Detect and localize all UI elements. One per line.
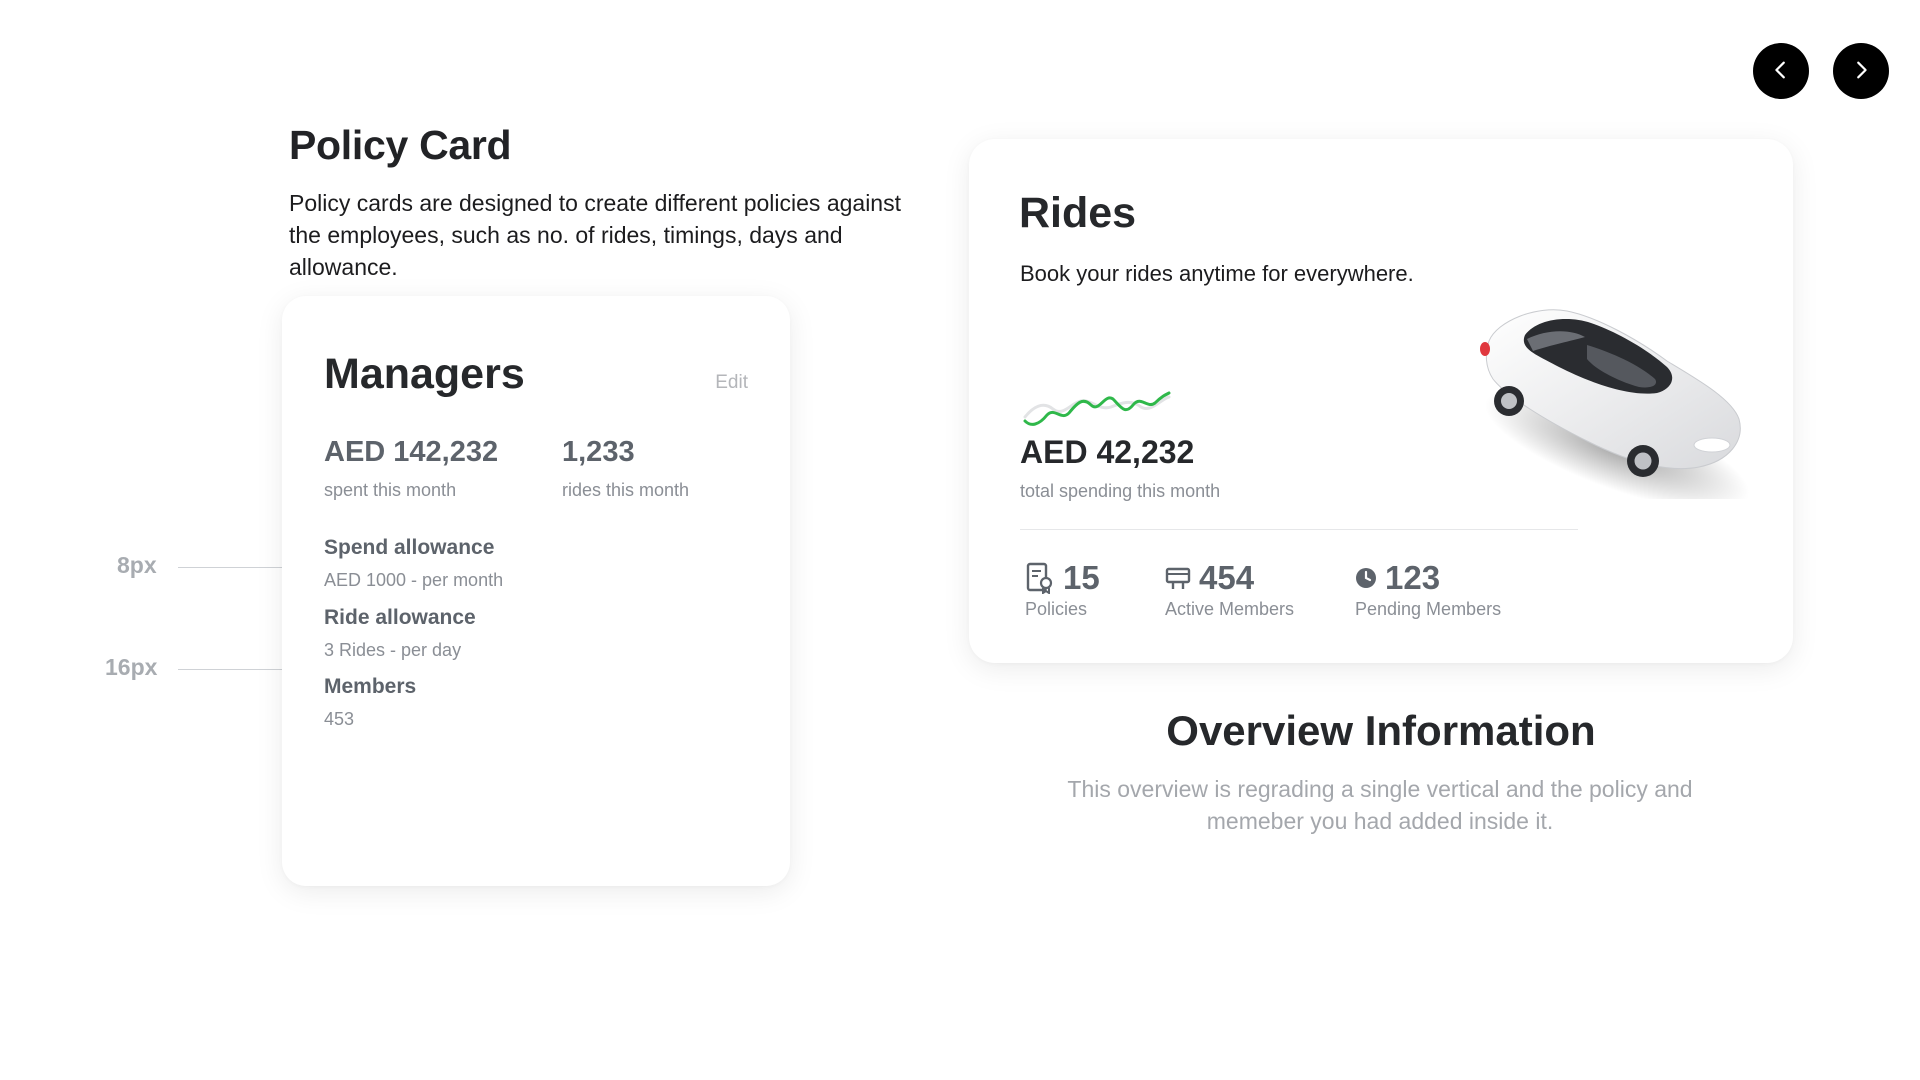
pending-members-value: 123 [1385, 559, 1441, 596]
active-members-metric: 454 Active Members [1165, 559, 1294, 620]
members-value: 453 [324, 709, 355, 729]
chevron-right-icon [1850, 59, 1872, 84]
active-members-value: 454 [1199, 559, 1255, 596]
overview-description: This overview is regrading a single vert… [1067, 776, 1693, 834]
next-button[interactable] [1833, 43, 1889, 99]
car-illustration [1480, 309, 1750, 499]
page-description: Policy cards are designed to create diff… [289, 190, 901, 280]
spending-sparkline [1023, 391, 1171, 426]
rides-value: 1,233 [562, 436, 635, 468]
policies-label: Policies [1025, 599, 1088, 619]
pending-members-label: Pending Members [1355, 599, 1502, 619]
ride-allowance-title: Ride allowance [324, 606, 476, 629]
members-card-icon [1165, 565, 1191, 591]
rides-label: rides this month [562, 480, 690, 500]
ride-allowance-value: 3 Rides - per day [324, 640, 462, 660]
spent-value: AED 142,232 [324, 436, 499, 468]
rides-card[interactable]: Rides Book your rides anytime for everyw… [969, 139, 1793, 663]
chevron-left-icon [1770, 59, 1792, 84]
policies-value: 15 [1063, 559, 1100, 596]
spend-allowance-title: Spend allowance [324, 536, 495, 559]
pending-members-metric: 123 Pending Members [1355, 559, 1501, 620]
overview-title: Overview Information [1166, 707, 1596, 754]
spacing-annotation-label: 8px [117, 552, 157, 578]
rides-card-subtitle: Book your rides anytime for everywhere. [1020, 261, 1414, 286]
policy-document-icon [1025, 562, 1055, 594]
clock-icon [1355, 567, 1377, 589]
active-members-label: Active Members [1165, 599, 1295, 619]
spend-allowance-value: AED 1000 - per month [324, 570, 504, 590]
page-title: Policy Card [289, 122, 512, 168]
total-spending-label: total spending this month [1020, 481, 1221, 501]
members-title: Members [324, 675, 417, 698]
policy-card-title: Managers [324, 350, 525, 398]
spent-label: spent this month [324, 480, 457, 500]
total-spending-value: AED 42,232 [1020, 434, 1195, 470]
policies-metric: 15 Policies [1025, 559, 1100, 620]
policy-card[interactable]: Managers Edit AED 142,232 spent this mon… [282, 296, 790, 886]
edit-link[interactable]: Edit [715, 372, 748, 394]
divider [1020, 529, 1578, 530]
previous-button[interactable] [1753, 43, 1809, 99]
rides-card-title: Rides [1019, 189, 1137, 237]
spacing-annotation-label: 16px [105, 654, 158, 680]
